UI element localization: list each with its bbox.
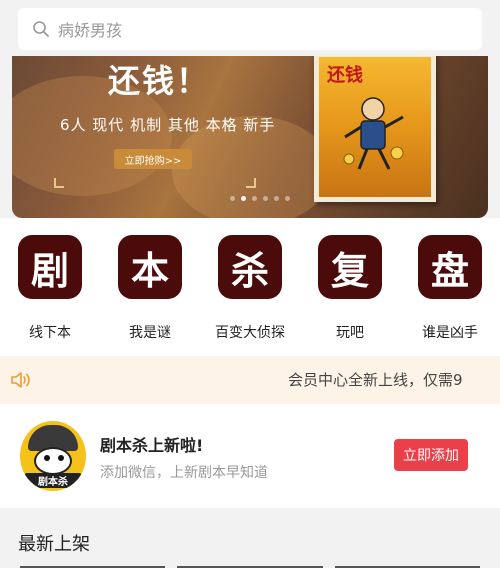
category-label: 我是谜	[129, 325, 171, 341]
category-label: 线下本	[29, 325, 71, 341]
search-placeholder: 病娇男孩	[58, 21, 123, 40]
buy-now-button[interactable]: 立即抢购>>	[114, 149, 192, 169]
banner-corner-decoration	[246, 178, 256, 188]
category-grid: 剧 线下本 本 我是谜 杀 百变大侦探 复 玩吧 盘 谁是凶手	[0, 218, 500, 356]
poster-figure-illustration	[343, 97, 404, 170]
speaker-icon	[10, 371, 32, 389]
search-bar-area: 病娇男孩	[0, 0, 500, 58]
pagination-dot[interactable]	[252, 196, 257, 201]
avatar-face	[34, 447, 72, 475]
pagination-dot[interactable]	[230, 196, 235, 201]
promo-subtitle: 添加微信，上新剧本早知道	[100, 465, 268, 481]
banner-poster-image: 还钱	[314, 56, 436, 202]
promo-banner[interactable]: 还钱！ 6人 现代 机制 其他 本格 新手 立即抢购>> 还钱	[12, 56, 488, 218]
wechat-promo-card: 剧本杀 剧本杀上新啦! 添加微信，上新剧本早知道 立即添加	[0, 404, 500, 508]
avatar: 剧本杀	[20, 421, 86, 491]
category-item-woshimi[interactable]: 本 我是谜	[100, 218, 200, 356]
banner-title: 还钱！	[108, 62, 211, 100]
pan-glyph-icon: 盘	[418, 235, 482, 299]
category-item-offline[interactable]: 剧 线下本	[0, 218, 100, 356]
category-label: 百变大侦探	[215, 325, 285, 341]
avatar-eye	[44, 455, 50, 461]
ju-glyph-icon: 剧	[18, 235, 82, 299]
sha-glyph-icon: 杀	[218, 235, 282, 299]
ben-glyph-icon: 本	[118, 235, 182, 299]
notice-bar[interactable]: 会员中心全新上线，仅需9	[0, 356, 500, 404]
avatar-logo-text: 剧本杀	[24, 473, 82, 488]
pagination-dot[interactable]	[263, 196, 268, 201]
notice-text: 会员中心全新上线，仅需9	[288, 371, 463, 389]
category-item-detective[interactable]: 杀 百变大侦探	[200, 218, 300, 356]
add-now-button[interactable]: 立即添加	[394, 439, 468, 471]
pagination-dot[interactable]	[274, 196, 279, 201]
section-title: 最新上架	[18, 534, 90, 555]
avatar-eye	[58, 455, 64, 461]
latest-section: 最新上架	[0, 508, 500, 568]
promo-title: 剧本杀上新啦!	[100, 436, 204, 455]
pagination-dot[interactable]	[285, 196, 290, 201]
category-item-wanba[interactable]: 复 玩吧	[300, 218, 400, 356]
category-item-murderer[interactable]: 盘 谁是凶手	[400, 218, 500, 356]
search-input[interactable]: 病娇男孩	[18, 8, 482, 50]
search-icon	[32, 20, 50, 38]
banner-pagination-dots	[230, 196, 290, 201]
banner-corner-decoration	[54, 178, 64, 188]
fu-glyph-icon: 复	[318, 235, 382, 299]
banner-tags: 6人 现代 机制 其他 本格 新手	[60, 116, 276, 134]
category-label: 玩吧	[336, 325, 364, 341]
pagination-dot[interactable]	[241, 196, 246, 201]
poster-title: 还钱	[327, 65, 363, 86]
category-label: 谁是凶手	[422, 325, 478, 341]
